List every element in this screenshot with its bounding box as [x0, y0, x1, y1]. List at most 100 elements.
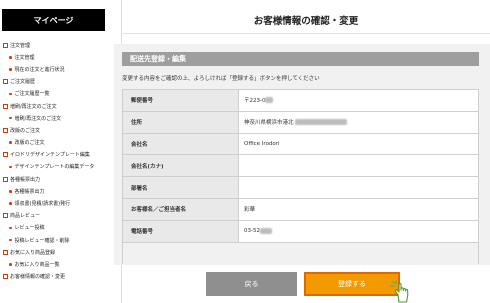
sidebar-item[interactable]: 増刷/再注文のご注文 — [3, 100, 107, 112]
sidebar-header: マイページ — [2, 9, 105, 31]
sidebar-item-label: ご注文履歴一覧 — [14, 91, 50, 98]
sidebar-item-label: お気に入り商品一覧 — [14, 261, 60, 268]
table-row: 住所 神奈川県横浜市港北 — [123, 111, 478, 134]
row-label: 部署名 — [123, 177, 239, 198]
sidebar-item-label: 投稿レビュー確認・削除 — [14, 237, 70, 244]
sidebar-item[interactable]: 商品レビュー — [3, 210, 107, 222]
sidebar-item-label: お客様情報の確認・変更 — [10, 274, 66, 281]
redacted-text — [265, 97, 274, 104]
back-button[interactable]: 戻る — [206, 272, 297, 296]
sidebar-item-label: 注文管理 — [14, 54, 35, 61]
title-underline — [122, 33, 490, 34]
sidebar-subitem[interactable]: 増刷/再注文のご注文 — [3, 112, 107, 124]
postal-code-value: 〒223-0 — [244, 98, 266, 105]
row-label: 会社名(カナ) — [123, 155, 239, 177]
sidebar-item-label: 増刷/再注文のご注文 — [10, 103, 57, 110]
square-bullet-icon — [3, 274, 8, 280]
dot-bullet-icon — [9, 116, 12, 120]
row-value — [239, 155, 478, 177]
table-row: 会社名 Office Irodori — [123, 133, 478, 156]
dot-bullet-icon — [9, 68, 12, 71]
dot-bullet-icon — [9, 238, 12, 242]
square-bullet-icon — [3, 103, 8, 109]
table-row: 部署名 — [123, 177, 478, 199]
square-bullet-icon — [3, 127, 8, 133]
sidebar-item-label: 注文管理 — [10, 42, 31, 49]
row-value: 神奈川県横浜市港北 — [239, 111, 478, 133]
sidebar-item-label: 各種帳票出力 — [10, 176, 41, 183]
row-value: 彩華 — [239, 198, 478, 220]
dot-bullet-icon — [9, 202, 12, 205]
sidebar-item-label: ご注文履歴 — [10, 79, 36, 86]
sidebar-subitem[interactable]: デザインテンプレートの編集データ — [3, 161, 107, 173]
hand-pointer-icon — [390, 280, 409, 303]
sidebar-item-label: イロドリデザインテンプレート編集 — [10, 152, 90, 159]
company-value: Office Irodori — [244, 140, 280, 147]
sidebar-item-label: 増刷/再注文のご注文 — [14, 115, 62, 122]
dot-bullet-icon — [9, 263, 12, 266]
dot-bullet-icon — [9, 92, 12, 96]
dot-bullet-icon — [9, 226, 12, 230]
dot-bullet-icon — [9, 190, 12, 193]
sidebar-item[interactable]: お客様情報の確認・変更 — [3, 271, 107, 283]
sidebar-subitem[interactable]: 改版のご注文 — [3, 137, 107, 149]
sidebar-item-label: 領収書(見積/請求書)発行 — [14, 201, 71, 208]
row-label: お客様名／ご担当者名 — [123, 198, 239, 220]
sidebar-subitem[interactable]: 注文管理 — [3, 51, 107, 63]
sidebar-item-label: 現在の注文と進行状況 — [14, 66, 65, 73]
confirmation-table: 郵便番号 〒223-0 住所 神奈川県横浜市港北 会社名 Office Irod… — [122, 89, 479, 264]
row-value: 03-52 — [239, 220, 478, 242]
sidebar-subitem[interactable]: お気に入り商品一覧 — [3, 258, 107, 270]
sidebar-item[interactable]: イロドリデザインテンプレート編集 — [3, 149, 107, 161]
sidebar: マイページ 注文管理 注文管理 現在の注文と進行状況 ご注文履歴 ご注文履歴一覧… — [0, 0, 107, 303]
sidebar-item[interactable]: 各種帳票出力 — [3, 173, 107, 185]
sidebar-item[interactable]: お気に入り商品登録 — [3, 246, 107, 258]
sidebar-subitem[interactable]: ご注文履歴一覧 — [3, 88, 107, 100]
table-row: 会社名(カナ) — [123, 155, 478, 178]
sidebar-item[interactable]: ご注文履歴 — [3, 76, 107, 88]
sidebar-item-label: デザインテンプレートの編集データ — [14, 164, 95, 171]
address-value: 神奈川県横浜市港北 — [244, 120, 294, 127]
sidebar-item-label: 各種帳票出力 — [14, 188, 45, 195]
panel-header: 配送先登録・編集 — [122, 52, 479, 66]
dot-bullet-icon — [9, 56, 12, 59]
square-bullet-icon — [3, 152, 8, 158]
customer-name-value: 彩華 — [244, 207, 256, 214]
row-value: Office Irodori — [239, 133, 478, 155]
sidebar-subitem[interactable]: 現在の注文と進行状況 — [3, 63, 107, 75]
table-row: 郵便番号 〒223-0 — [123, 90, 478, 112]
sidebar-item-label: 改版のご注文 — [14, 140, 45, 147]
phone-value: 03-52 — [244, 228, 260, 235]
row-label: 電話番号 — [123, 220, 239, 242]
dot-bullet-icon — [9, 141, 12, 144]
redacted-text — [294, 119, 347, 126]
redacted-text — [259, 228, 272, 235]
row-label: 会社名 — [123, 133, 239, 155]
sidebar-subitem[interactable]: 投稿レビュー確認・削除 — [3, 234, 107, 246]
sidebar-item[interactable]: 注文管理 — [3, 39, 107, 51]
row-label: 郵便番号 — [123, 90, 239, 111]
square-bullet-icon — [3, 249, 8, 255]
row-value — [239, 177, 478, 198]
table-row: 電話番号 03-52 — [123, 220, 478, 243]
sidebar-item-label: レビュー投稿 — [14, 225, 45, 232]
table-row: お客様名／ご担当者名 彩華 — [123, 198, 478, 221]
register-button[interactable]: 登録する — [304, 272, 400, 296]
square-bullet-icon — [3, 42, 8, 48]
sidebar-item[interactable]: 改版のご注文 — [3, 124, 107, 136]
square-bullet-icon — [3, 79, 8, 85]
sidebar-item-label: お気に入り商品登録 — [10, 249, 56, 256]
sidebar-item-label: 改版のご注文 — [10, 127, 41, 134]
sidebar-subitem[interactable]: 各種帳票出力 — [3, 185, 107, 197]
sidebar-subitem[interactable]: レビュー投稿 — [3, 222, 107, 234]
row-value: 〒223-0 — [239, 90, 478, 111]
sidebar-item-label: 商品レビュー — [10, 213, 41, 220]
row-label: 住所 — [123, 111, 239, 133]
square-bullet-icon — [3, 176, 8, 182]
square-bullet-icon — [3, 213, 8, 219]
sidebar-menu: 注文管理 注文管理 現在の注文と進行状況 ご注文履歴 ご注文履歴一覧 増刷/再注… — [3, 39, 107, 283]
page-title: お客様情報の確認・変更 — [253, 16, 359, 27]
dot-bullet-icon — [9, 165, 12, 169]
sidebar-subitem[interactable]: 領収書(見積/請求書)発行 — [3, 197, 107, 209]
instruction-text: 変更する内容をご確認の上、よろしければ「登録する」ボタンを押してください — [122, 76, 320, 82]
